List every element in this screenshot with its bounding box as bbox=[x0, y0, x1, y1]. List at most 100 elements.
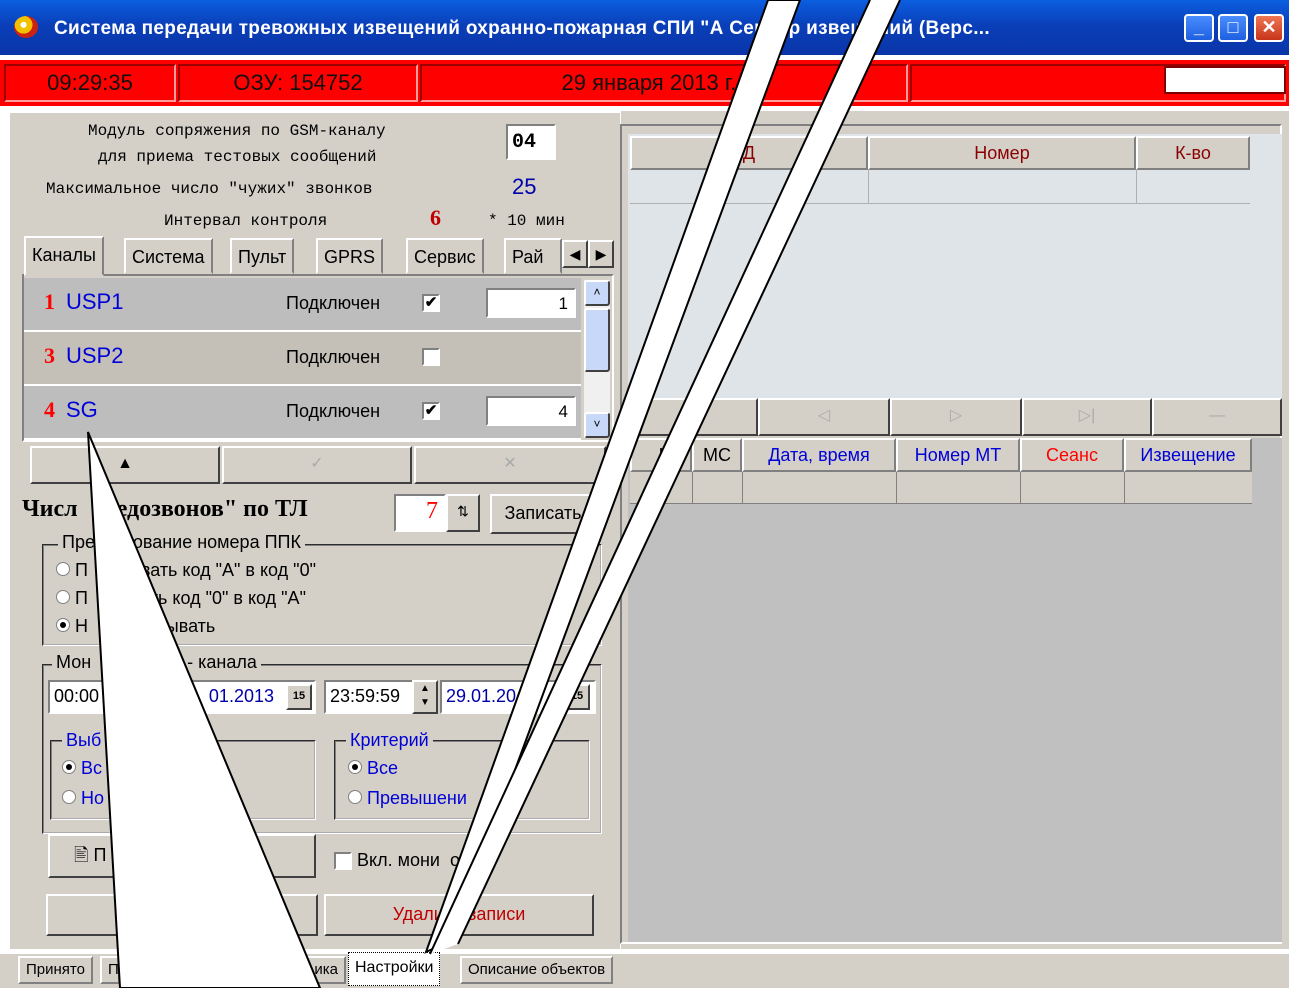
channel-number: 1 bbox=[44, 289, 55, 314]
tab-scroll-right-button[interactable]: ▶ bbox=[588, 240, 614, 268]
criteria-option[interactable]: Превышени bbox=[348, 788, 467, 809]
criteria-option-label: Все bbox=[367, 758, 399, 778]
tab-received[interactable]: Принято bbox=[18, 956, 93, 984]
scroll-thumb[interactable] bbox=[584, 308, 610, 372]
channel-value-field[interactable]: 4 bbox=[486, 396, 576, 426]
ram-display: ОЗУ: 154752 bbox=[178, 64, 418, 102]
selection-group-title: Выб bbox=[62, 730, 106, 751]
time-to-field[interactable]: 23:59:59 bbox=[324, 680, 414, 714]
top-grid-header[interactable]: К-во bbox=[1136, 136, 1250, 170]
interval-unit: * 10 мин bbox=[488, 212, 565, 230]
edit-button[interactable]: ✓ bbox=[222, 446, 412, 484]
save-redial-button[interactable]: Записать bbox=[490, 494, 596, 534]
tab-scroll-left-button[interactable]: ◀ bbox=[562, 240, 588, 268]
scroll-up-icon[interactable]: ˄ bbox=[584, 280, 610, 306]
radio-icon[interactable] bbox=[348, 760, 362, 774]
monitoring-toggle-label: Вкл. мони оринг bbox=[357, 850, 497, 870]
selection-option[interactable]: Но bbox=[62, 788, 104, 809]
gsm-module-label-2: для приема тестовых сообщений bbox=[98, 148, 377, 166]
criteria-group-title: Критерий bbox=[346, 730, 433, 751]
delete-records-button[interactable]: Удали ь записи bbox=[324, 894, 594, 936]
bottom-grid-header[interactable]: І bbox=[630, 438, 692, 472]
channel-value-field[interactable]: 1 bbox=[486, 288, 576, 318]
bottom-tab-bar bbox=[0, 952, 1289, 988]
calendar-icon[interactable]: 15 bbox=[286, 684, 312, 710]
interval-value[interactable]: 6 bbox=[430, 205, 441, 231]
bottom-grid-row[interactable] bbox=[630, 472, 1252, 504]
minimize-button[interactable]: _ bbox=[1184, 14, 1214, 42]
channel-status-label: Подключен bbox=[286, 293, 381, 313]
time-spinner[interactable]: ▲ ▼ bbox=[412, 680, 438, 714]
channel-connected-checkbox[interactable]: ✔ bbox=[422, 402, 440, 420]
clock-display: 09:29:35 bbox=[4, 64, 176, 102]
max-calls-value[interactable]: 25 bbox=[512, 174, 536, 200]
move-up-button[interactable]: ▲ bbox=[30, 446, 220, 484]
gsm-module-label: Модуль сопряжения по GSM-каналу bbox=[88, 122, 386, 140]
tab-ika[interactable]: ика bbox=[300, 956, 346, 984]
monitoring-group-title: Мон GSM - канала bbox=[52, 652, 261, 673]
ppk-option[interactable]: П разовать код "А" в код "0" bbox=[56, 560, 316, 581]
tab-system[interactable]: Система bbox=[124, 238, 213, 274]
ppk-option-label: Н бразовывать bbox=[75, 616, 216, 636]
nav-delete-button[interactable]: — bbox=[1152, 398, 1282, 436]
time-from-field[interactable]: 00:00 bbox=[48, 680, 178, 714]
left-bottom-button[interactable]: У bbox=[46, 894, 318, 936]
ppk-option[interactable]: Н бразовывать bbox=[56, 616, 215, 637]
selection-option-label: Но bbox=[81, 788, 105, 808]
tab-settings[interactable]: Настройки bbox=[348, 952, 441, 986]
tab-object-descriptions[interactable]: Описание объектов bbox=[460, 956, 614, 984]
ppk-option-label: П разовать код "А" в код "0" bbox=[75, 560, 316, 580]
bottom-grid-header[interactable]: Извещение bbox=[1124, 438, 1252, 472]
channel-number: 3 bbox=[44, 343, 55, 368]
channel-row[interactable]: 1 USP1 Подключен ✔ 1 bbox=[24, 278, 581, 332]
bottom-grid bbox=[628, 438, 1282, 942]
channel-connected-checkbox[interactable] bbox=[422, 348, 440, 366]
monitoring-toggle[interactable]: Вкл. мони оринг bbox=[334, 850, 497, 871]
radio-icon[interactable] bbox=[62, 790, 76, 804]
scroll-down-icon[interactable]: ˅ bbox=[584, 412, 610, 438]
gsm-module-field[interactable]: 04 bbox=[506, 124, 556, 160]
monitoring-checkbox[interactable] bbox=[334, 852, 352, 871]
channel-status-label: Подключен bbox=[286, 347, 381, 367]
bottom-grid-header[interactable]: Номер МТ bbox=[896, 438, 1020, 472]
nav-prev-button[interactable]: ◁ bbox=[758, 398, 890, 436]
bottom-grid-header[interactable]: МС bbox=[692, 438, 742, 472]
top-grid-header[interactable]: Д bbox=[630, 136, 868, 170]
redial-spinner[interactable]: ⇅ bbox=[446, 494, 480, 532]
selection-option[interactable]: Вс bbox=[62, 758, 102, 779]
tab-gprs[interactable]: GPRS bbox=[316, 238, 384, 274]
channel-number: 4 bbox=[44, 397, 55, 422]
tab-console[interactable]: Пульт bbox=[230, 238, 295, 274]
radio-icon[interactable] bbox=[56, 618, 70, 632]
nav-first-button[interactable]: |◁ bbox=[628, 398, 758, 436]
tab-p[interactable]: П bbox=[100, 956, 120, 984]
radio-icon[interactable] bbox=[56, 590, 70, 604]
request-button[interactable]: 🖹 П са bbox=[48, 834, 316, 878]
channel-row[interactable]: 3 USP2 Подключен bbox=[24, 332, 581, 386]
nav-next-button[interactable]: ▷ bbox=[890, 398, 1022, 436]
request-button-label: П са bbox=[93, 845, 176, 865]
tab-districts[interactable]: Рай bbox=[504, 238, 562, 274]
close-button[interactable]: ✕ bbox=[1254, 14, 1284, 42]
nav-last-button[interactable]: ▷| bbox=[1022, 398, 1152, 436]
radio-icon[interactable] bbox=[62, 760, 76, 774]
criteria-option[interactable]: Все bbox=[348, 758, 398, 779]
redial-field[interactable]: 7 bbox=[394, 494, 446, 532]
channel-row[interactable]: 4 SG Подключен ✔ 4 bbox=[24, 386, 581, 440]
radio-icon[interactable] bbox=[348, 790, 362, 804]
radio-icon[interactable] bbox=[56, 562, 70, 576]
channel-connected-checkbox[interactable]: ✔ bbox=[422, 294, 440, 312]
top-grid-header[interactable]: Номер bbox=[868, 136, 1136, 170]
ppk-option[interactable]: П азовать код "0" в код "А" bbox=[56, 588, 306, 609]
maximize-button[interactable]: □ bbox=[1218, 14, 1248, 42]
calendar-icon[interactable]: 15 bbox=[564, 684, 590, 710]
delete-button[interactable]: ✕ bbox=[414, 446, 606, 484]
top-grid-row[interactable] bbox=[630, 170, 1250, 204]
tab-service[interactable]: Сервис bbox=[406, 238, 484, 274]
criteria-option-label: Превышени bbox=[367, 788, 467, 808]
redial-label: Числ "недозвонов" по ТЛ bbox=[22, 496, 308, 522]
bottom-grid-header[interactable]: Дата, время bbox=[742, 438, 896, 472]
bottom-grid-header[interactable]: Сеанс bbox=[1020, 438, 1124, 472]
tab-channels[interactable]: Каналы bbox=[24, 236, 104, 276]
app-icon[interactable] bbox=[14, 16, 38, 38]
